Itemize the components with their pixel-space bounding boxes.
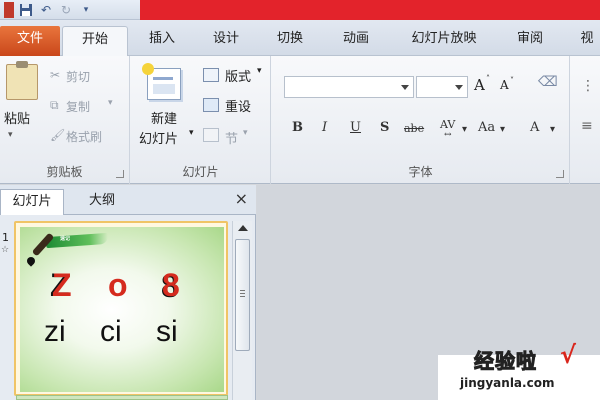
font-color-button[interactable]: A — [530, 120, 539, 135]
new-slide-dropdown-icon[interactable]: ▾ — [189, 128, 194, 138]
paste-dropdown-icon[interactable]: ▾ — [8, 130, 13, 140]
tab-design[interactable]: 设计 — [204, 26, 248, 56]
watermark-text: 经验啦 — [474, 349, 537, 374]
tab-insert[interactable]: 插入 — [140, 26, 184, 56]
slide-thumbnail-content: 速记 Z o 8 zi ci si — [20, 227, 224, 392]
slide-pinyin-2: ci — [100, 315, 122, 348]
font-launcher-icon[interactable] — [556, 170, 564, 178]
layout-icon — [203, 68, 219, 82]
reset-button[interactable]: 重设 — [225, 96, 251, 115]
copy-icon: ⧉ — [50, 98, 59, 112]
save-icon[interactable] — [18, 2, 34, 18]
slide-thumbnail-2[interactable] — [16, 395, 228, 400]
slide-char-2: o — [108, 267, 128, 303]
section-dropdown-icon[interactable]: ▾ — [243, 128, 248, 138]
watermark-url: jingyanla.com — [460, 376, 555, 390]
panel-scrollbar[interactable] — [232, 221, 252, 400]
scrollbar-thumb[interactable] — [235, 239, 250, 351]
copy-dropdown-icon[interactable]: ▾ — [108, 98, 113, 108]
align-left-icon[interactable]: ≡ — [581, 118, 593, 134]
shrink-font-caret-icon: ˅ — [510, 76, 514, 85]
reset-icon — [203, 98, 219, 112]
slide-char-1: Z — [52, 267, 72, 303]
tab-home[interactable]: 开始 — [62, 26, 128, 57]
cut-icon: ✂ — [50, 68, 61, 82]
format-painter-button[interactable]: 格式刷 — [66, 128, 102, 145]
font-color-dropdown-icon[interactable]: ▾ — [550, 124, 555, 135]
cut-button[interactable]: 剪切 — [66, 68, 90, 85]
clipboard-group-label: 剪贴板 — [46, 165, 83, 179]
bold-button[interactable]: B — [292, 120, 303, 135]
change-case-button[interactable]: Aa — [478, 120, 495, 135]
clipboard-group: 粘贴 ▾ ✂ 剪切 ⧉ 复制 ▾ 🖌 格式刷 剪贴板 — [0, 56, 130, 184]
tab-animations[interactable]: 动画 — [334, 26, 378, 56]
change-case-dropdown-icon[interactable]: ▾ — [500, 124, 505, 135]
layout-button[interactable]: 版式 — [225, 66, 251, 85]
paste-icon[interactable] — [6, 61, 38, 100]
font-size-dropdown-icon[interactable] — [455, 85, 463, 90]
brush-stroke-text: 速记 — [60, 236, 71, 242]
font-size-select[interactable] — [416, 76, 468, 98]
copy-button[interactable]: 复制 — [66, 98, 90, 115]
underline-button[interactable]: U — [350, 120, 361, 135]
slide-thumbnail-1[interactable]: 速记 Z o 8 zi ci si — [14, 221, 228, 396]
font-name-select[interactable] — [284, 76, 414, 98]
tab-slideshow[interactable]: 幻灯片放映 — [398, 26, 490, 56]
char-spacing-arrows-icon: ↔ — [444, 130, 452, 140]
slides-panel: 幻灯片 大纲 × 1 ☆ 速记 Z o 8 zi ci si — [0, 185, 256, 400]
new-slide-label-2[interactable]: 幻灯片 — [139, 128, 178, 147]
watermark-check-icon: √ — [560, 341, 577, 369]
grow-font-caret-icon: ˄ — [486, 74, 490, 83]
tab-transitions[interactable]: 切换 — [268, 26, 312, 56]
font-group: A ˄ A ˅ ⌫ B I U S abe AV ↔ ▾ Aa ▾ A ▾ 字体 — [272, 56, 570, 184]
brush-stroke-decoration — [45, 232, 109, 249]
font-name-dropdown-icon[interactable] — [401, 85, 409, 90]
ribbon: 粘贴 ▾ ✂ 剪切 ⧉ 复制 ▾ 🖌 格式刷 剪贴板 新建 幻灯片 ▾ 版式 ▾… — [0, 56, 600, 184]
slide-number: 1 — [2, 231, 9, 244]
title-bar-highlight — [140, 0, 600, 20]
char-spacing-dropdown-icon[interactable]: ▾ — [462, 124, 467, 135]
paste-button[interactable]: 粘贴 — [4, 108, 30, 127]
tab-view[interactable]: 视 — [574, 26, 600, 56]
quick-access-toolbar: ↶ ↻ ▾ — [4, 0, 94, 20]
format-painter-icon: 🖌 — [50, 128, 66, 142]
slides-group-label: 幻灯片 — [182, 165, 219, 179]
customize-qat-icon[interactable]: ▾ — [78, 2, 94, 18]
new-slide-label-1[interactable]: 新建 — [151, 108, 177, 127]
bullets-icon[interactable]: ⋮ — [581, 78, 595, 94]
ribbon-tabs: 文件 开始 插入 设计 切换 动画 幻灯片放映 审阅 视 — [0, 20, 600, 57]
strikethrough-button[interactable]: abe — [404, 122, 424, 135]
slide-char-3: 8 — [162, 267, 180, 303]
powerpoint-logo-icon — [4, 2, 14, 18]
clear-formatting-icon[interactable]: ⌫ — [538, 74, 558, 90]
clipboard-launcher-icon[interactable] — [116, 170, 124, 178]
slide-pinyin-3: si — [156, 315, 178, 348]
slides-group: 新建 幻灯片 ▾ 版式 ▾ 重设 节 ▾ 幻灯片 — [131, 56, 271, 184]
new-slide-icon[interactable] — [142, 63, 181, 100]
layout-dropdown-icon[interactable]: ▾ — [257, 66, 262, 76]
tab-slides-panel[interactable]: 幻灯片 — [0, 189, 64, 215]
redo-icon[interactable]: ↻ — [58, 2, 74, 18]
scroll-up-icon[interactable] — [238, 225, 248, 231]
brush-tip-decoration — [25, 255, 37, 267]
paragraph-group: ⋮ ≡ — [571, 56, 600, 184]
grow-font-button[interactable]: A — [474, 76, 485, 94]
tab-review[interactable]: 审阅 — [508, 26, 552, 56]
section-icon — [203, 128, 219, 142]
panel-tabs: 幻灯片 大纲 × — [0, 185, 256, 215]
shrink-font-button[interactable]: A — [500, 78, 509, 92]
slide-pinyin-1: zi — [44, 315, 66, 348]
slide-transition-star-icon: ☆ — [1, 245, 10, 255]
scrollbar-grip-icon — [240, 290, 245, 297]
undo-icon[interactable]: ↶ — [38, 2, 54, 18]
section-button[interactable]: 节 — [225, 128, 238, 147]
new-burst-icon — [142, 63, 154, 75]
tab-outline-panel[interactable]: 大纲 — [66, 189, 138, 215]
tab-file[interactable]: 文件 — [0, 26, 60, 56]
close-panel-icon[interactable]: × — [235, 191, 248, 207]
italic-button[interactable]: I — [322, 120, 327, 135]
font-group-label: 字体 — [408, 165, 433, 179]
shadow-button[interactable]: S — [380, 120, 389, 135]
title-bar: ↶ ↻ ▾ — [0, 0, 600, 20]
